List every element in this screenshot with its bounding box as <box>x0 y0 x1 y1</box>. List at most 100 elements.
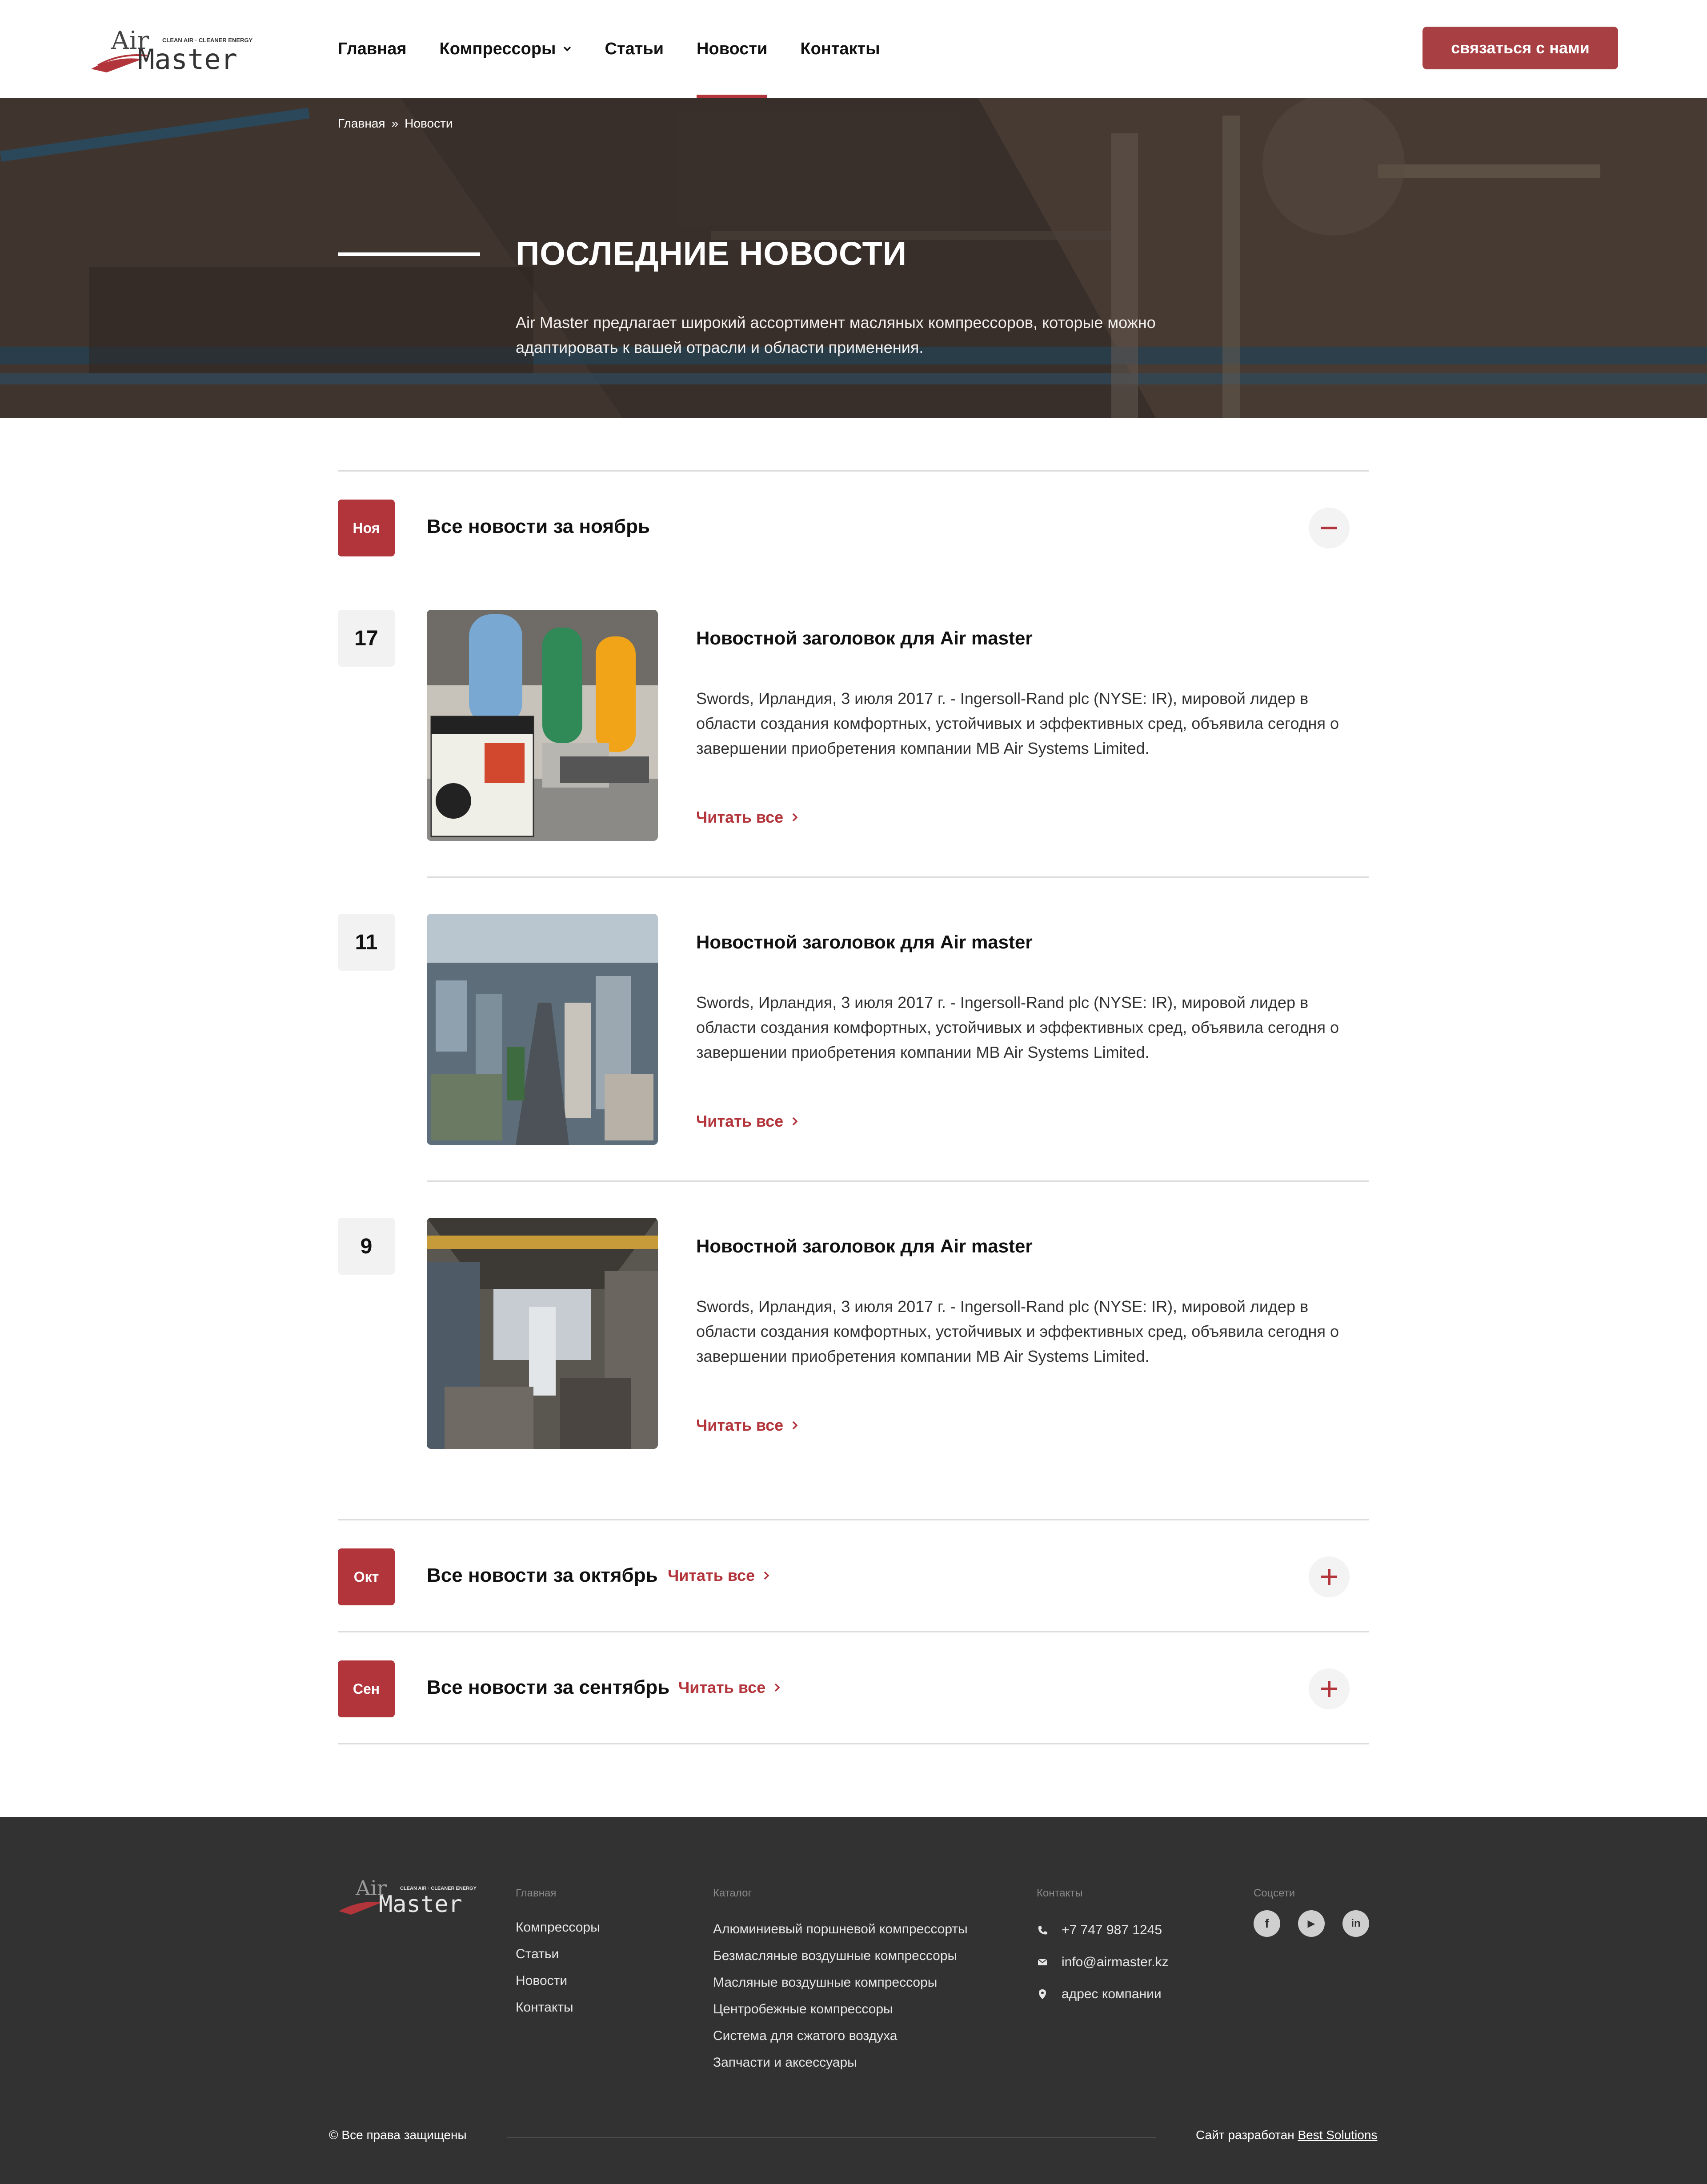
month-badge: Сен <box>338 1660 395 1717</box>
month-read-all-link[interactable]: Читать все <box>668 1566 770 1585</box>
news-excerpt: Swords, Ирландия, 3 июля 2017 г. - Inger… <box>696 1297 1339 1365</box>
footer-social-heading: Соцсети <box>1254 1887 1295 1899</box>
footer-phone[interactable]: +7 747 987 1245 <box>1037 1923 1162 1938</box>
address-text: адрес компании <box>1062 1987 1162 2001</box>
news-divider <box>427 876 1369 878</box>
collapse-toggle-button[interactable] <box>1309 508 1350 548</box>
main-nav: Главная Компрессоры Статьи Новости Конта… <box>338 0 913 98</box>
footer-catalog-link[interactable]: Безмасляные воздушные компрессоры <box>713 1948 957 1964</box>
site-logo[interactable]: Air Master CLEAN AIR · CLEANER ENERGY <box>89 24 258 76</box>
month-badge: Ноя <box>338 500 395 556</box>
expand-toggle-button[interactable] <box>1309 1556 1350 1597</box>
footer-contacts-heading: Контакты <box>1037 1887 1083 1899</box>
svg-text:CLEAN AIR · CLEANER ENERGY: CLEAN AIR · CLEANER ENERGY <box>162 37 253 44</box>
month-title[interactable]: Все новости за сентябрь <box>427 1676 669 1699</box>
news-excerpt: Swords, Ирландия, 3 июля 2017 г. - Inger… <box>696 993 1339 1061</box>
footer-address: адрес компании <box>1037 1987 1162 2002</box>
phone-text: +7 747 987 1245 <box>1062 1923 1162 1937</box>
month-title[interactable]: Все новости за ноябрь <box>427 516 650 538</box>
month-title[interactable]: Все новости за октябрь <box>427 1564 658 1587</box>
footer-logo[interactable]: Air Master CLEAN AIR · CLEANER ENERGY <box>338 1875 480 1918</box>
read-more-link[interactable]: Читать все <box>696 808 798 827</box>
read-more-label: Читать все <box>696 1416 784 1434</box>
nav-item-compressors[interactable]: Компрессоры <box>440 0 572 98</box>
hero-decor-line <box>338 252 480 256</box>
email-text: info@airmaster.kz <box>1062 1955 1169 1969</box>
contact-us-button[interactable]: связаться с нами <box>1422 27 1618 69</box>
news-title[interactable]: Новостной заголовок для Air master <box>696 932 1033 953</box>
chevron-right-icon <box>764 1571 769 1580</box>
footer-link-contacts[interactable]: Контакты <box>516 2000 573 2015</box>
news-divider <box>427 1180 1369 1182</box>
news-thumbnail[interactable] <box>427 1218 658 1449</box>
mail-icon <box>1038 1959 1047 1965</box>
footer-divider <box>507 2137 1156 2138</box>
nav-label: Компрессоры <box>439 39 556 58</box>
section-divider <box>338 1631 1369 1632</box>
city-photo <box>427 914 658 1145</box>
month-badge: Окт <box>338 1548 395 1605</box>
chevron-right-icon <box>792 1421 798 1430</box>
month-read-all-link[interactable]: Читать все <box>678 1678 781 1697</box>
chevron-down-icon <box>563 46 571 52</box>
nav-item-news[interactable]: Новости <box>697 0 768 98</box>
footer-catalog-link[interactable]: Система для сжатого воздуха <box>713 2028 897 2044</box>
news-title[interactable]: Новостной заголовок для Air master <box>696 1236 1033 1257</box>
site-header: Air Master CLEAN AIR · CLEANER ENERGY Гл… <box>0 0 1707 98</box>
read-all-label: Читать все <box>668 1566 755 1584</box>
facebook-icon[interactable]: f <box>1254 1910 1280 1937</box>
linkedin-icon[interactable]: in <box>1342 1910 1369 1937</box>
youtube-icon[interactable]: ▶ <box>1298 1910 1325 1937</box>
section-divider <box>338 1519 1369 1520</box>
chevron-right-icon <box>792 1117 798 1126</box>
nav-item-home[interactable]: Главная <box>338 0 407 98</box>
svg-text:Master: Master <box>379 1891 462 1917</box>
news-thumbnail[interactable] <box>427 914 658 1145</box>
expand-toggle-button[interactable] <box>1309 1668 1350 1709</box>
compressors-photo <box>427 610 658 841</box>
hero-banner: Главная » Новости ПОСЛЕДНИЕ НОВОСТИ Air … <box>0 98 1707 418</box>
news-day-badge: 9 <box>338 1218 395 1275</box>
page-title: ПОСЛЕДНИЕ НОВОСТИ <box>516 235 907 272</box>
news-thumbnail[interactable] <box>427 610 658 841</box>
chevron-right-icon <box>792 813 798 822</box>
credit-prefix: Сайт разработан <box>1196 2128 1294 2142</box>
read-all-label: Читать все <box>678 1678 766 1696</box>
phone-icon <box>1038 1926 1047 1935</box>
factory-photo <box>427 1218 658 1449</box>
news-title[interactable]: Новостной заголовок для Air master <box>696 628 1033 649</box>
copyright-text: © Все права защищены <box>329 2128 467 2142</box>
footer-catalog-link[interactable]: Центробежные компрессоры <box>713 2002 893 2017</box>
breadcrumb-separator: » <box>391 116 399 130</box>
plus-icon <box>1321 1569 1337 1585</box>
read-more-label: Читать все <box>696 808 784 826</box>
chevron-right-icon <box>774 1683 780 1692</box>
footer-main-heading[interactable]: Главная <box>516 1887 556 1900</box>
location-pin-icon <box>1039 1989 1046 1999</box>
footer-catalog-link[interactable]: Запчасти и аксессуары <box>713 2055 857 2070</box>
nav-label: Контакты <box>800 39 880 58</box>
developer-link[interactable]: Best Solutions <box>1298 2128 1377 2142</box>
footer-catalog-link[interactable]: Масляные воздушные компрессоры <box>713 1975 937 1990</box>
read-more-link[interactable]: Читать все <box>696 1416 798 1435</box>
breadcrumb: Главная » Новости <box>338 116 453 131</box>
developer-credit: Сайт разработан Best Solutions <box>1196 2128 1377 2142</box>
svg-text:CLEAN AIR · CLEANER ENERGY: CLEAN AIR · CLEANER ENERGY <box>400 1886 477 1891</box>
nav-item-contacts[interactable]: Контакты <box>800 0 880 98</box>
svg-text:Master: Master <box>138 43 237 76</box>
section-divider <box>338 470 1369 472</box>
footer-link-compressors[interactable]: Компрессоры <box>516 1920 600 1935</box>
footer-catalog-heading: Каталог <box>713 1887 752 1899</box>
footer-link-news[interactable]: Новости <box>516 1973 567 1988</box>
plus-icon <box>1321 1681 1337 1697</box>
section-divider <box>338 1743 1369 1744</box>
news-day-badge: 17 <box>338 610 395 667</box>
news-excerpt: Swords, Ирландия, 3 июля 2017 г. - Inger… <box>696 689 1339 757</box>
footer-catalog-link[interactable]: Алюминиевый поршневой компрессорты <box>713 1922 968 1937</box>
footer-link-articles[interactable]: Статьи <box>516 1947 559 1962</box>
breadcrumb-home-link[interactable]: Главная <box>338 116 385 131</box>
nav-item-articles[interactable]: Статьи <box>605 0 664 98</box>
read-more-link[interactable]: Читать все <box>696 1112 798 1131</box>
footer-email[interactable]: info@airmaster.kz <box>1037 1955 1169 1970</box>
breadcrumb-current: Новости <box>405 116 453 130</box>
